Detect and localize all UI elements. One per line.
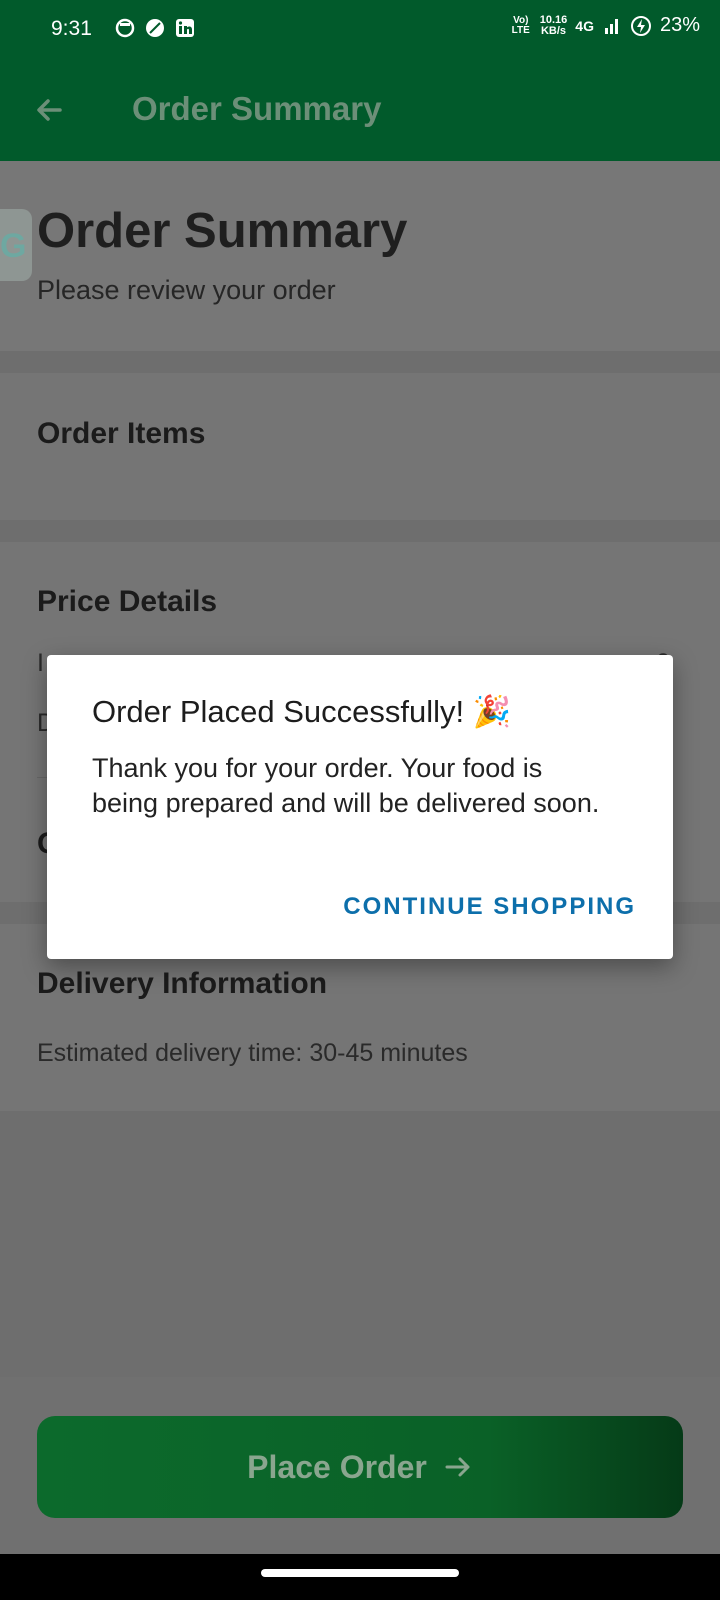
delivery-estimate: Estimated delivery time: 30-45 minutes (37, 1039, 468, 1067)
system-status-icons: Vo) LTE 10.16 KB/s 4G 23% (510, 14, 700, 37)
linkedin-icon (176, 19, 194, 37)
party-popper-icon: 🎉 (472, 694, 512, 729)
speed-unit: KB/s (540, 24, 567, 37)
signal-icon (604, 18, 618, 34)
status-time: 9:31 (51, 17, 92, 40)
notification-icons (115, 18, 195, 38)
price-row-items-label: I (37, 649, 44, 677)
place-order-button[interactable]: Place Order (37, 1416, 683, 1518)
leaf-app-icon (146, 19, 164, 37)
dialog-title: Order Placed Successfully! 🎉 (92, 693, 511, 730)
arrow-right-icon (445, 1457, 470, 1477)
battery-percent: 23% (659, 14, 700, 36)
system-navigation-bar (0, 1554, 720, 1600)
floating-logo-badge[interactable]: G (0, 209, 32, 281)
continue-shopping-button[interactable]: CONTINUE SHOPPING (343, 893, 636, 921)
battery-saver-icon (630, 15, 651, 36)
page-title: Order Summary (37, 204, 408, 258)
dialog-message: Thank you for your order. Your food is b… (92, 753, 600, 818)
summary-header: G Order Summary Please review your order (0, 161, 720, 351)
app-bar-title: Order Summary (132, 90, 382, 127)
dialog-title-text: Order Placed Successfully! (92, 694, 465, 729)
page-subtitle: Please review your order (37, 275, 336, 305)
bottom-action-area: Place Order (0, 1377, 720, 1554)
logo-letter: G (0, 227, 27, 265)
app-bar: Order Summary (0, 60, 720, 161)
back-arrow-icon[interactable] (30, 88, 74, 132)
app-notification-icon (115, 18, 135, 38)
order-items-card: Order Items (0, 373, 720, 520)
place-order-label: Place Order (247, 1448, 427, 1485)
volte-indicator: Vo) LTE (511, 14, 530, 36)
network-speed: 10.16 KB/s (540, 14, 568, 37)
price-details-title: Price Details (37, 585, 218, 618)
order-success-dialog: Order Placed Successfully! 🎉 Thank you f… (47, 655, 673, 959)
delivery-info-title: Delivery Information (37, 967, 328, 1000)
status-bar: 9:31 Vo) LTE 10.16 KB/s 4G 23% (0, 0, 720, 60)
network-type: 4G (575, 17, 594, 34)
home-indicator[interactable] (261, 1569, 459, 1577)
order-items-title: Order Items (37, 417, 206, 450)
